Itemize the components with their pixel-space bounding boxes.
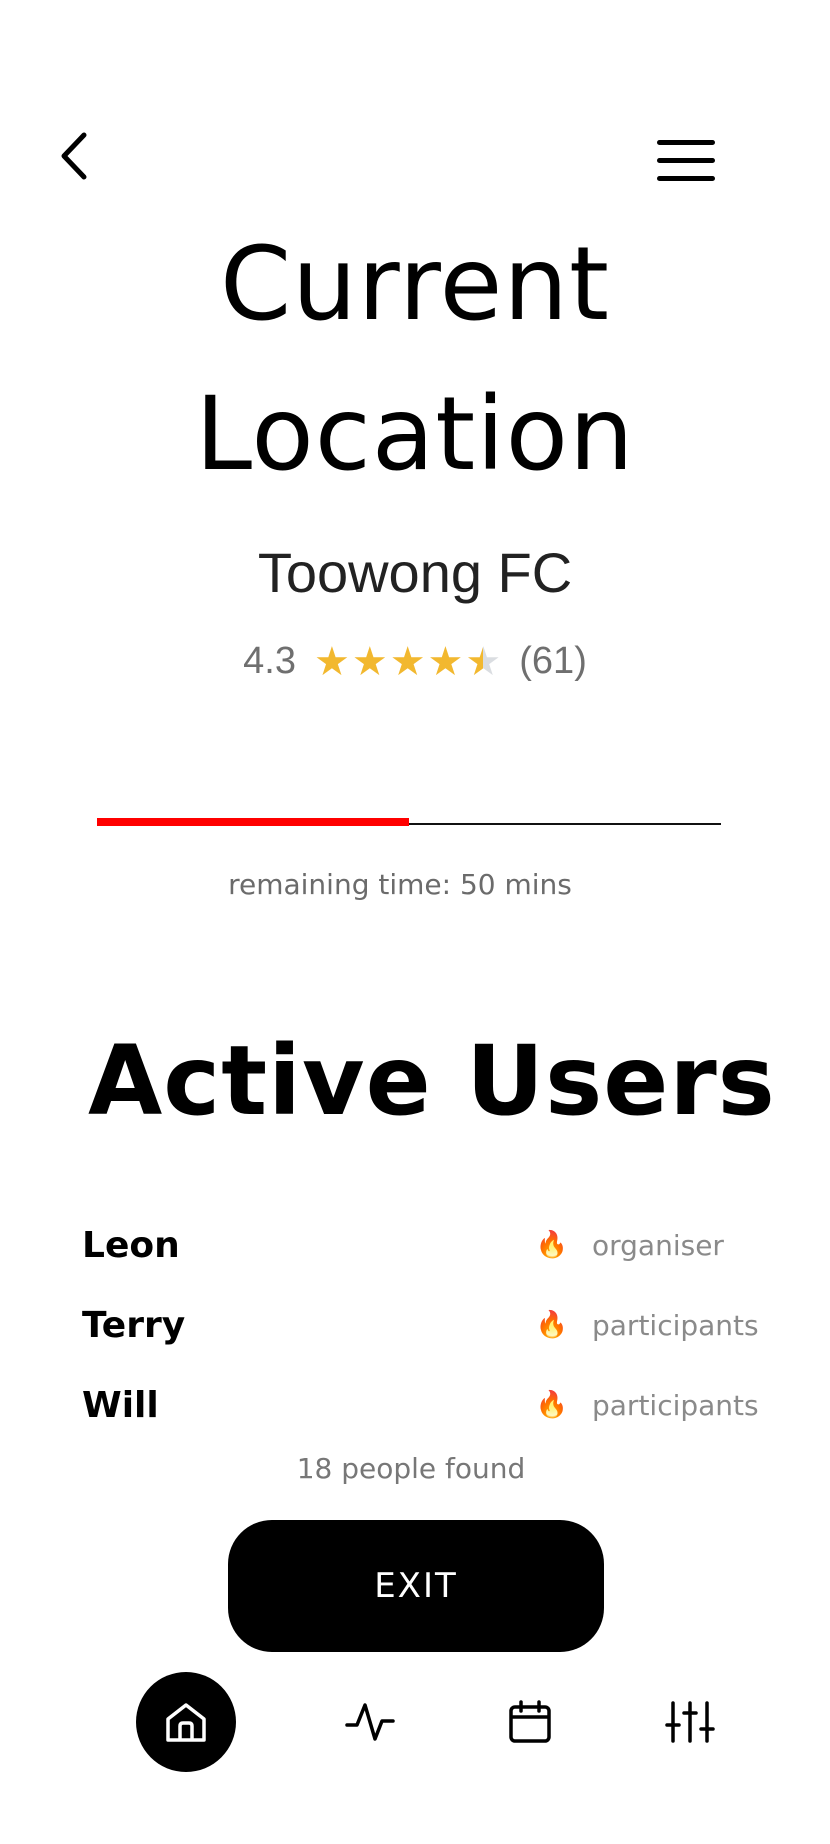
user-name: Leon (82, 1224, 180, 1266)
progress-fill (97, 818, 409, 826)
star-icon: ★ (313, 639, 350, 684)
nav-item-home[interactable] (136, 1672, 236, 1772)
chevron-left-icon (61, 132, 87, 180)
rating-value: 4.3 (243, 640, 296, 682)
active-users-list: Leon 🔥 organiser Terry 🔥 participants Wi… (82, 1205, 762, 1445)
calendar-icon (509, 1700, 551, 1743)
fire-icon: 🔥 (535, 1390, 569, 1420)
place-name: Toowong FC (257, 541, 573, 604)
remaining-time: remaining time: 50 mins (228, 868, 572, 901)
list-item[interactable]: Leon 🔥 organiser (82, 1205, 762, 1285)
half-star-icon: ★ (465, 639, 502, 684)
hamburger-icon-bar (657, 139, 715, 145)
menu-button[interactable] (650, 130, 722, 190)
user-role: participants (592, 1308, 759, 1342)
star-rating: ★ ★ ★ ★ ★ (314, 642, 501, 682)
people-found-count: 18 people found (296, 1452, 526, 1485)
list-item[interactable]: Terry 🔥 participants (82, 1285, 762, 1365)
sliders-icon (665, 1701, 715, 1743)
review-count: (61) (519, 640, 587, 682)
fire-icon: 🔥 (535, 1230, 569, 1260)
nav-item-calendar[interactable] (480, 1672, 580, 1772)
page-title-line-1: Current (219, 225, 611, 344)
exit-button[interactable]: EXIT (228, 1520, 604, 1652)
nav-item-activity[interactable] (320, 1672, 420, 1772)
star-icon: ★ (389, 639, 426, 684)
active-users-title: Active Users (88, 1025, 776, 1137)
bottom-nav (0, 1672, 830, 1778)
rating-row: 4.3 ★ ★ ★ ★ ★ (61) (0, 640, 830, 683)
home-icon (166, 1703, 206, 1742)
page-title-line-2: Location (195, 375, 635, 494)
activity-icon (345, 1703, 395, 1741)
time-progress-bar (97, 818, 721, 826)
fire-icon: 🔥 (535, 1310, 569, 1340)
back-button[interactable] (44, 122, 104, 190)
list-item[interactable]: Will 🔥 participants (82, 1365, 762, 1445)
nav-item-settings[interactable] (640, 1672, 740, 1772)
user-name: Terry (82, 1304, 186, 1346)
hamburger-icon-bar (657, 175, 715, 181)
star-icon: ★ (351, 639, 388, 684)
user-name: Will (82, 1384, 159, 1426)
hamburger-icon-bar (657, 157, 715, 163)
user-role: participants (592, 1388, 759, 1422)
star-icon: ★ (427, 639, 464, 684)
page-title: Current Location (0, 210, 830, 510)
user-role: organiser (592, 1228, 724, 1262)
